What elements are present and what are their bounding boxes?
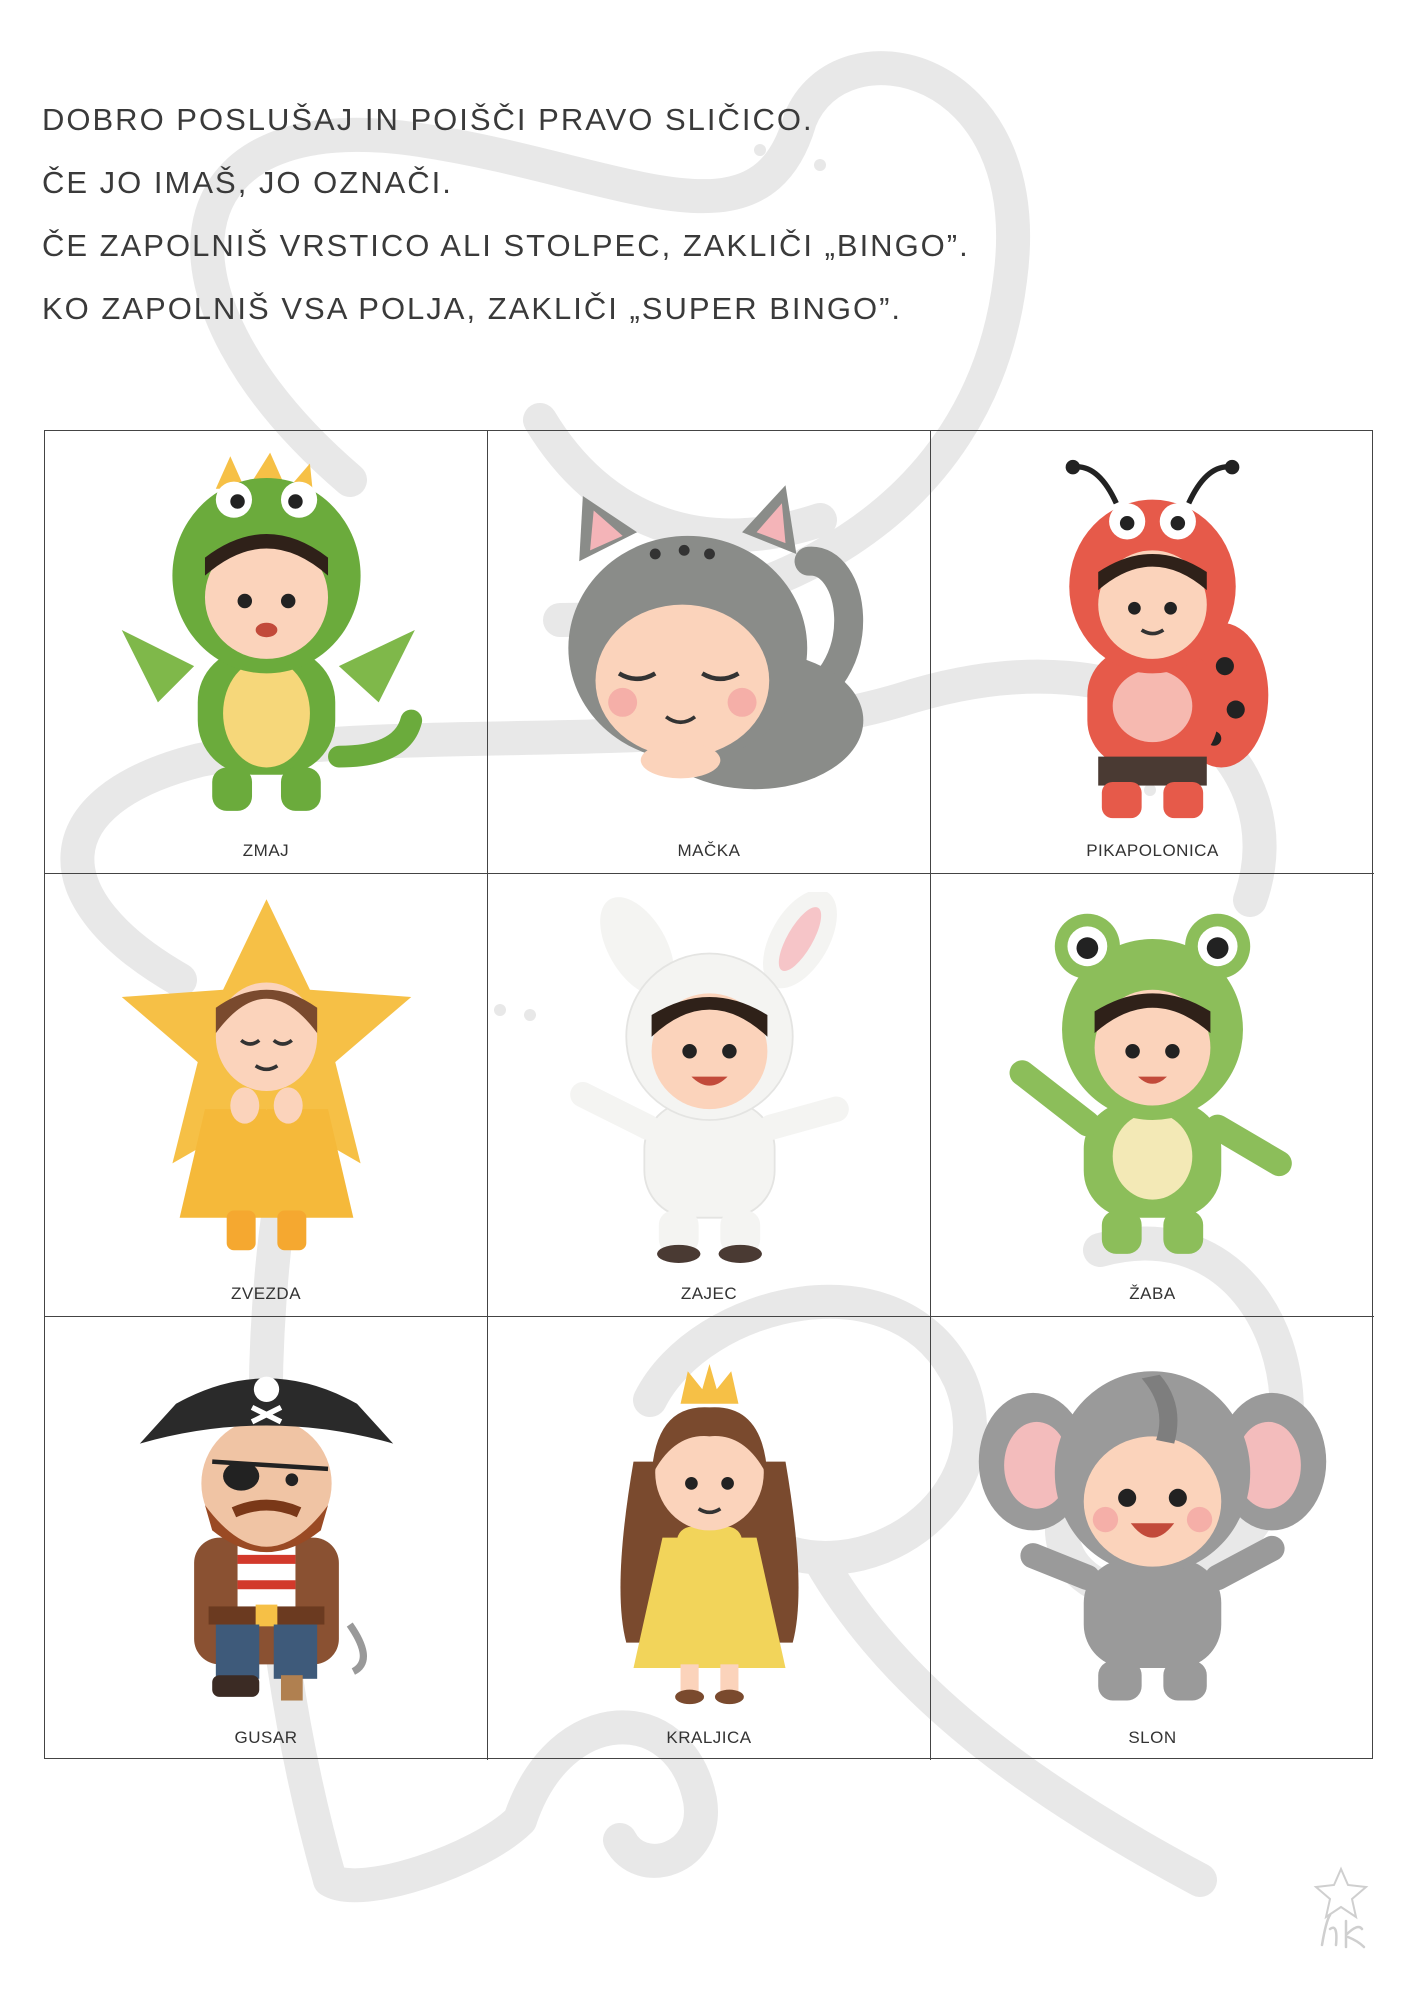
bingo-grid: ZMAJ MAČKA PIKAPOLONICA ZVEZDA ZAJEC ŽAB…: [44, 430, 1374, 1760]
queen-icon: [620, 1363, 799, 1705]
bingo-card-zaba[interactable]: ŽABA: [931, 874, 1374, 1317]
bingo-card-zvezda[interactable]: ZVEZDA: [45, 874, 488, 1317]
pirate-icon: [139, 1376, 394, 1701]
frog-costume-child-icon: [1009, 913, 1292, 1254]
bingo-card-kraljica[interactable]: KRALJICA: [488, 1317, 931, 1760]
card-label: ZMAJ: [242, 841, 290, 860]
card-label: PIKAPOLONICA: [1086, 841, 1219, 860]
instruction-line-3: ČE ZAPOLNIŠ VRSTICO ALI STOLPEC, ZAKLIČI…: [42, 228, 970, 263]
bingo-card-zajec[interactable]: ZAJEC: [488, 874, 931, 1317]
cat-costume-child-icon: [568, 485, 864, 790]
bingo-card-zmaj[interactable]: ZMAJ: [45, 431, 488, 874]
ladybug-costume-child-icon: [1065, 459, 1269, 819]
card-label: ZVEZDA: [230, 1284, 302, 1303]
logo-icon: [1313, 1866, 1369, 1949]
instruction-line-2: ČE JO IMAŠ, JO OZNAČI.: [42, 165, 453, 200]
card-label: KRALJICA: [666, 1728, 752, 1747]
instruction-line-4: KO ZAPOLNIŠ VSA POLJA, ZAKLIČI „SUPER BI…: [42, 291, 903, 326]
card-label: GUSAR: [234, 1728, 298, 1747]
elephant-costume-child-icon: [978, 1371, 1327, 1701]
dragon-costume-child-icon: [121, 452, 423, 811]
card-label: MAČKA: [677, 841, 741, 860]
instruction-line-1: DOBRO POSLUŠAJ IN POIŠČI PRAVO SLIČICO.: [42, 102, 814, 137]
card-label: ŽABA: [1129, 1284, 1176, 1303]
bunny-costume-child-icon: [570, 892, 849, 1263]
star-costume-child-icon: [121, 899, 412, 1251]
card-label: ZAJEC: [680, 1284, 738, 1303]
bingo-card-slon[interactable]: SLON: [931, 1317, 1374, 1760]
bingo-card-macka[interactable]: MAČKA: [488, 431, 931, 874]
bingo-card-gusar[interactable]: GUSAR: [45, 1317, 488, 1760]
bingo-card-pikapolonica[interactable]: PIKAPOLONICA: [931, 431, 1374, 874]
instructions: DOBRO POSLUŠAJ IN POIŠČI PRAVO SLIČICO. …: [42, 88, 970, 340]
card-label: SLON: [1128, 1728, 1177, 1747]
